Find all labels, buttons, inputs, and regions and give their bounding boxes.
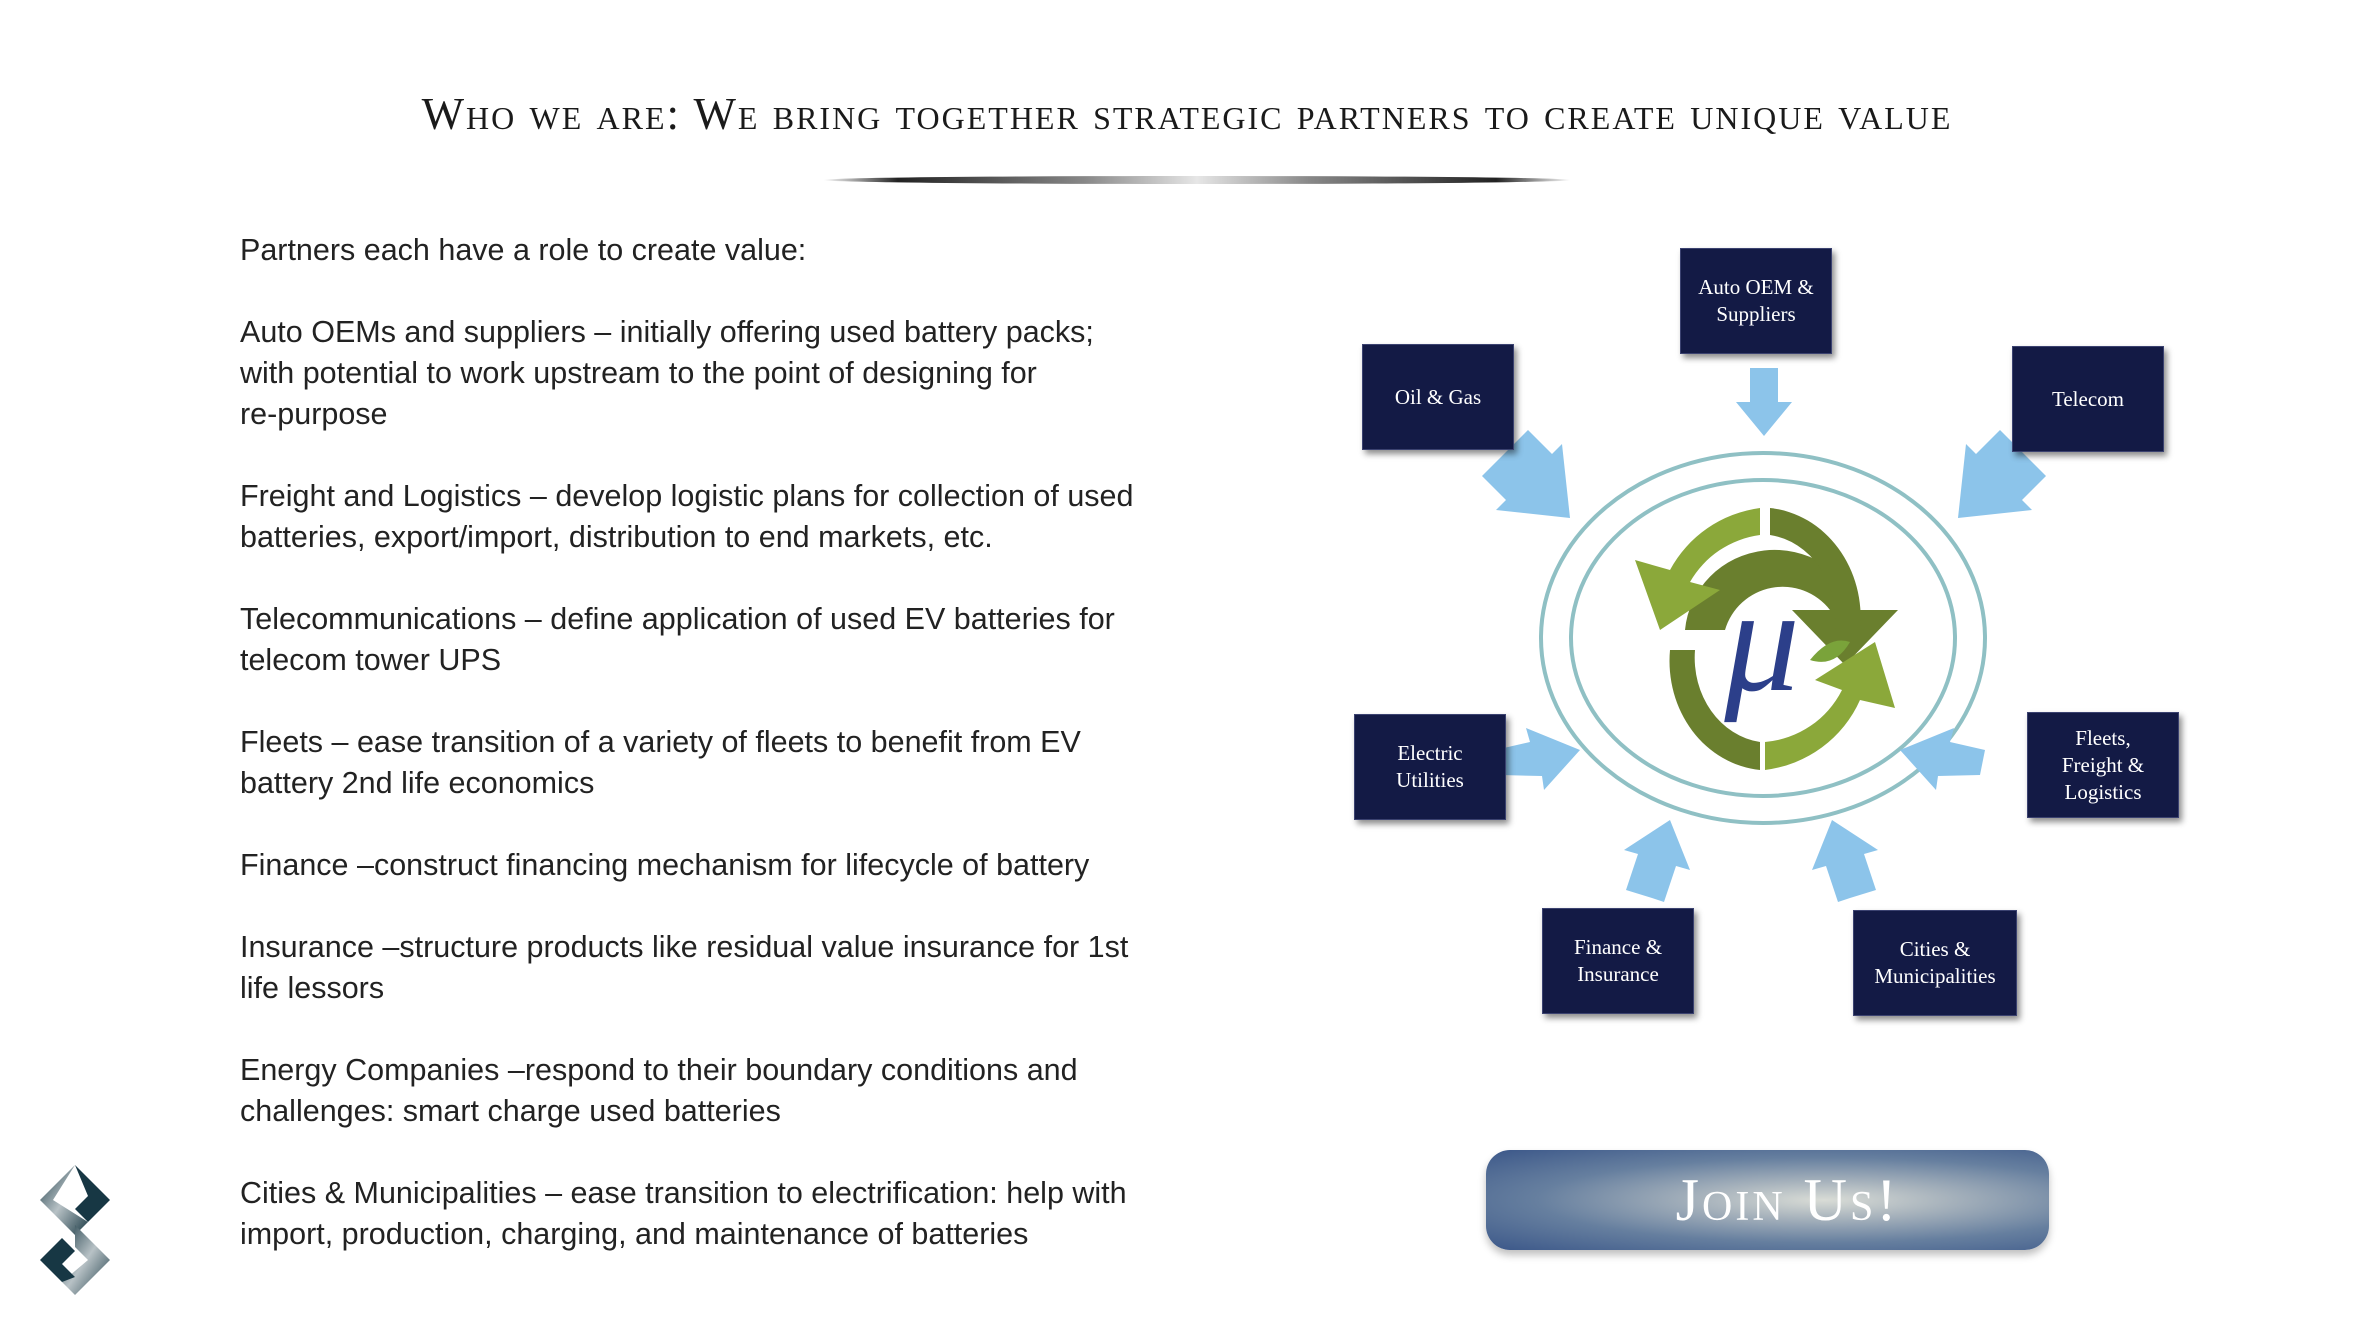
- freight-paragraph: Freight and Logistics – develop logistic…: [240, 479, 1134, 554]
- cities-paragraph: Cities & Municipalities – ease transitio…: [240, 1176, 1127, 1251]
- join-us-label: Join Us!: [1675, 1166, 1900, 1233]
- title-divider: [823, 176, 1571, 184]
- join-us-button[interactable]: Join Us!: [1486, 1150, 2049, 1250]
- arrow-from-finance: [1624, 820, 1690, 902]
- partner-roles-text: Partners each have a role to create valu…: [240, 230, 1240, 1296]
- partner-telecom: Telecom: [2012, 346, 2164, 452]
- fleets-paragraph: Fleets – ease transition of a variety of…: [240, 725, 1081, 800]
- telecom-paragraph: Telecommunications – define application …: [240, 602, 1115, 677]
- company-logo-icon: [40, 1165, 110, 1295]
- partner-ecosystem-diagram: μ Auto OEM & Suppliers Oil & Gas Telecom…: [1330, 230, 2250, 1050]
- partner-cities-municipalities: Cities & Municipalities: [1853, 910, 2017, 1016]
- partner-fleets: Fleets, Freight & Logistics: [2027, 712, 2179, 818]
- partner-electric-utilities: Electric Utilities: [1354, 714, 1506, 820]
- arrow-from-electric-utilities: [1495, 728, 1580, 790]
- partner-oil-gas: Oil & Gas: [1362, 344, 1514, 450]
- partner-finance-insurance: Finance & Insurance: [1542, 908, 1694, 1014]
- insurance-paragraph: Insurance –structure products like resid…: [240, 930, 1129, 1005]
- intro-paragraph: Partners each have a role to create valu…: [240, 233, 807, 267]
- slide-title: Who we are: We bring together strategic …: [421, 89, 1953, 139]
- finance-paragraph: Finance –construct financing mechanism f…: [240, 848, 1090, 882]
- arrow-from-cities: [1812, 820, 1878, 902]
- partner-auto-oem: Auto OEM & Suppliers: [1680, 248, 1832, 354]
- center-logo-mark: μ: [1723, 557, 1799, 723]
- energy-paragraph: Energy Companies –respond to their bound…: [240, 1053, 1078, 1128]
- auto-oem-paragraph: Auto OEMs and suppliers – initially offe…: [240, 315, 1094, 431]
- arrow-from-auto-oem: [1736, 368, 1792, 436]
